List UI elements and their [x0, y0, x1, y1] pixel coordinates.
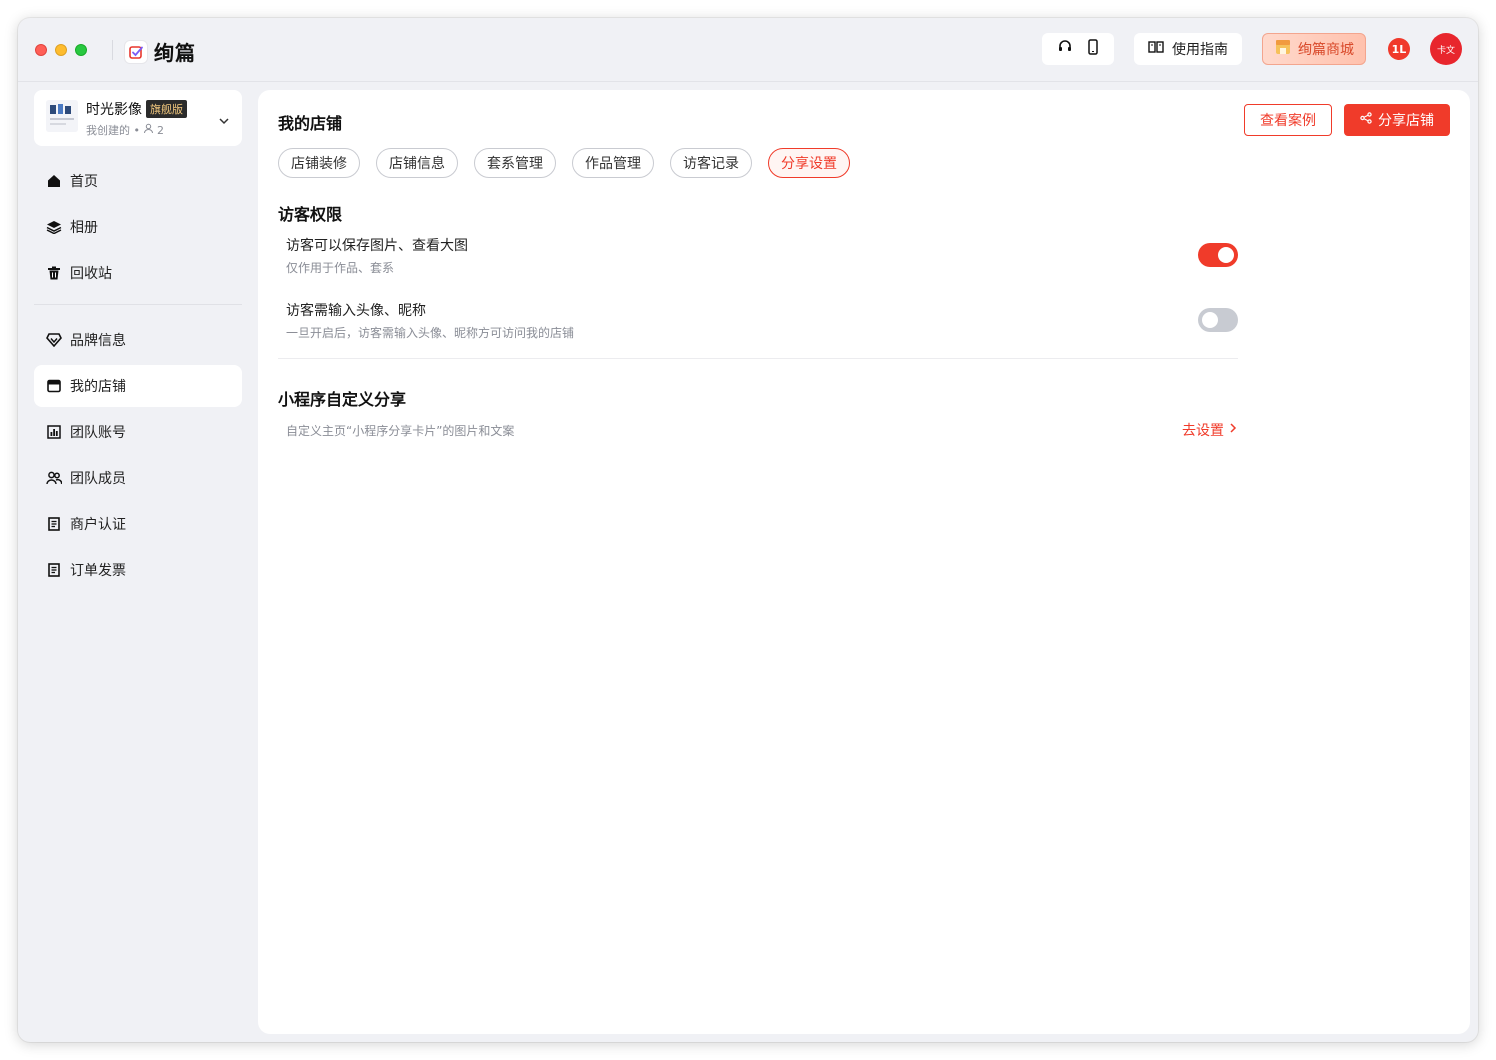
trash-icon [46, 265, 62, 281]
window-controls [35, 44, 87, 56]
permission-row-desc: 仅作用于作品、套系 [286, 261, 395, 275]
app-window: 绚篇 使用指南 绚篇商城 1L 卡文 时光影像 旗舰版 我创建的 • 2 首页 … [18, 18, 1478, 1042]
tab-visitor-records[interactable]: 访客记录 [670, 148, 752, 178]
workspace-thumbnail [46, 100, 78, 132]
close-window-button[interactable] [35, 44, 47, 56]
workspace-name-row: 时光影像 旗舰版 [86, 99, 187, 119]
brand-logo-icon [124, 39, 148, 64]
book-icon [1148, 40, 1164, 58]
require-profile-toggle[interactable] [1198, 308, 1238, 332]
page-actions: 查看案例 分享店铺 [1244, 104, 1450, 136]
store-icon [46, 378, 62, 394]
workspace-subtitle: 我创建的 • 2 [86, 122, 164, 138]
member-icon [143, 123, 154, 137]
people-icon [46, 470, 62, 486]
mobile-icon[interactable] [1086, 39, 1100, 59]
chevron-right-icon [1228, 422, 1238, 438]
sidebar-item-my-store[interactable]: 我的店铺 [34, 365, 242, 407]
layers-icon [46, 219, 62, 235]
mini-program-share-desc: 自定义主页“小程序分享卡片”的图片和文案 [286, 424, 515, 438]
sidebar-item-label: 相册 [70, 220, 98, 236]
sidebar-item-label: 我的店铺 [70, 379, 126, 395]
home-icon [46, 173, 62, 189]
share-icon [1360, 112, 1372, 128]
sidebar-item-brand-info[interactable]: 品牌信息 [34, 319, 242, 361]
sidebar-item-label: 回收站 [70, 266, 112, 282]
doc-icon [46, 516, 62, 532]
workspace-switcher[interactable]: 时光影像 旗舰版 我创建的 • 2 [34, 90, 242, 146]
tab-share-settings[interactable]: 分享设置 [768, 148, 850, 178]
mall-button[interactable]: 绚篇商城 [1262, 33, 1366, 65]
tab-package-management[interactable]: 套系管理 [474, 148, 556, 178]
title-bar: 绚篇 使用指南 绚篇商城 1L 卡文 [18, 18, 1478, 82]
guide-label: 使用指南 [1172, 42, 1228, 58]
brand: 绚篇 [124, 37, 196, 66]
page-title: 我的店铺 [278, 114, 343, 133]
chart-icon [46, 424, 62, 440]
tab-store-decoration[interactable]: 店铺装修 [278, 148, 360, 178]
share-store-button[interactable]: 分享店铺 [1344, 104, 1450, 136]
sidebar-item-team-account[interactable]: 团队账号 [34, 411, 242, 453]
toggle-knob [1202, 312, 1218, 328]
sidebar-item-label: 订单发票 [70, 563, 126, 579]
permission-row-desc: 一旦开启后，访客需输入头像、昵称方可访问我的店铺 [286, 326, 575, 340]
sidebar-item-label: 首页 [70, 174, 98, 190]
workspace-owner-label: 我创建的 • [86, 124, 140, 137]
share-store-label: 分享店铺 [1378, 113, 1434, 129]
sidebar-item-label: 团队账号 [70, 425, 126, 441]
chevron-down-icon [218, 112, 230, 131]
notification-badge[interactable]: 1L [1388, 38, 1410, 60]
section-divider [278, 358, 1238, 359]
workspace-plan-tag: 旗舰版 [146, 100, 187, 118]
sidebar: 时光影像 旗舰版 我创建的 • 2 首页 相册 回收站 品牌信息 我的店铺 团队… [34, 90, 242, 595]
tab-store-info[interactable]: 店铺信息 [376, 148, 458, 178]
sidebar-divider [34, 304, 242, 305]
sidebar-item-order-invoice[interactable]: 订单发票 [34, 549, 242, 591]
headset-icon[interactable] [1057, 39, 1073, 59]
toggle-knob [1218, 247, 1234, 263]
permission-row-require-profile: 访客需输入头像、昵称 一旦开启后，访客需输入头像、昵称方可访问我的店铺 [286, 300, 1238, 341]
view-cases-button[interactable]: 查看案例 [1244, 104, 1332, 136]
sidebar-item-home[interactable]: 首页 [34, 160, 242, 202]
sidebar-item-recycle-bin[interactable]: 回收站 [34, 252, 242, 294]
sidebar-item-label: 商户认证 [70, 517, 126, 533]
save-images-toggle[interactable] [1198, 243, 1238, 267]
sidebar-item-label: 团队成员 [70, 471, 126, 487]
go-settings-link[interactable]: 去设置 [1182, 420, 1238, 440]
mini-program-share-title: 小程序自定义分享 [278, 390, 407, 409]
permission-row-title: 访客可以保存图片、查看大图 [286, 238, 468, 254]
brand-name: 绚篇 [154, 41, 196, 65]
visitor-permission-title: 访客权限 [278, 205, 343, 224]
store-tabs: 店铺装修 店铺信息 套系管理 作品管理 访客记录 分享设置 [278, 148, 850, 178]
sidebar-item-albums[interactable]: 相册 [34, 206, 242, 248]
diamond-icon [46, 332, 62, 348]
go-settings-label: 去设置 [1182, 423, 1224, 439]
sidebar-item-merchant-verification[interactable]: 商户认证 [34, 503, 242, 545]
minimize-window-button[interactable] [55, 44, 67, 56]
title-divider [112, 40, 113, 60]
member-count: 2 [157, 123, 164, 137]
guide-button[interactable]: 使用指南 [1134, 33, 1242, 65]
main-panel: 我的店铺 查看案例 分享店铺 店铺装修 店铺信息 套系管理 作品管理 访客记录 … [258, 90, 1470, 1034]
sidebar-item-label: 品牌信息 [70, 333, 126, 349]
user-avatar[interactable]: 卡文 [1430, 33, 1462, 65]
maximize-window-button[interactable] [75, 44, 87, 56]
shop-icon [1274, 38, 1292, 60]
workspace-name: 时光影像 [86, 102, 142, 118]
tab-works-management[interactable]: 作品管理 [572, 148, 654, 178]
header-actions: 使用指南 绚篇商城 1L 卡文 [1042, 33, 1462, 65]
sidebar-nav: 首页 相册 回收站 品牌信息 我的店铺 团队账号 团队成员 商户认证 订单发票 [34, 160, 242, 591]
mini-program-share-row: 自定义主页“小程序分享卡片”的图片和文案 去设置 [286, 422, 1238, 439]
sidebar-item-team-members[interactable]: 团队成员 [34, 457, 242, 499]
permission-row-title: 访客需输入头像、昵称 [286, 303, 426, 319]
header-icon-group [1042, 33, 1114, 65]
mall-label: 绚篇商城 [1298, 42, 1354, 58]
permission-row-save-images: 访客可以保存图片、查看大图 仅作用于作品、套系 [286, 235, 1238, 276]
invoice-icon [46, 562, 62, 578]
